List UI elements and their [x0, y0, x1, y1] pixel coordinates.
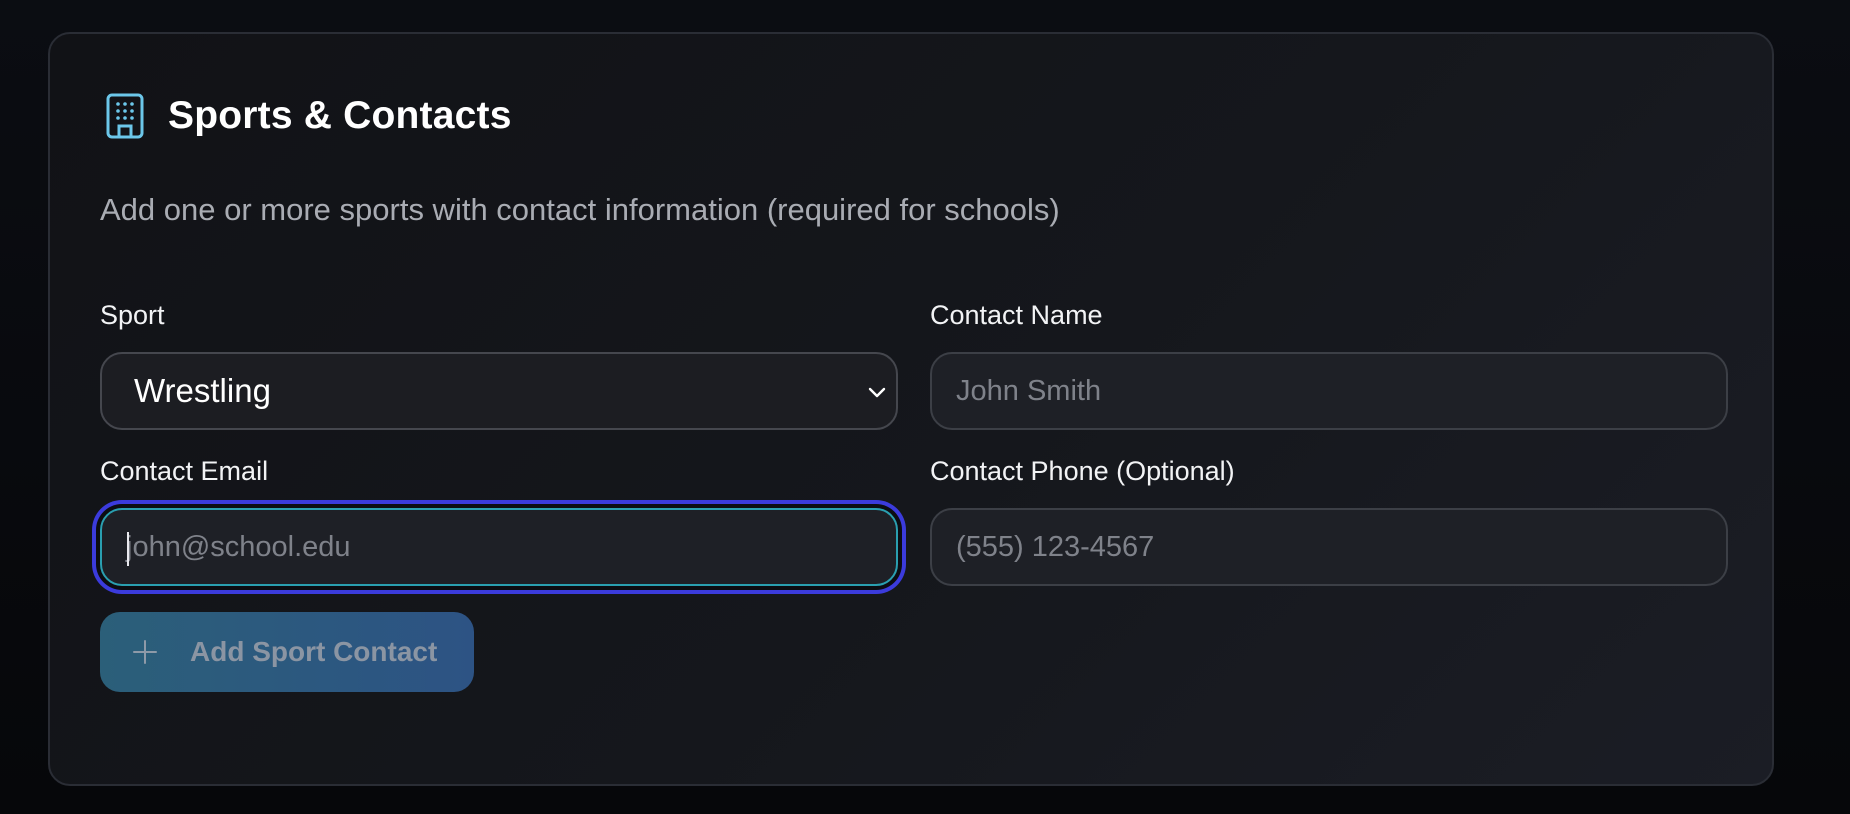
sports-contacts-card: Sports & Contacts Add one or more sports… — [48, 32, 1774, 786]
sport-select-value: Wrestling — [134, 372, 271, 409]
card-subtitle: Add one or more sports with contact info… — [100, 192, 1060, 227]
contact-name-placeholder: John Smith — [956, 374, 1102, 407]
card-title: Sports & Contacts — [168, 94, 512, 137]
sport-label: Sport — [100, 300, 165, 330]
chevron-down-icon — [864, 380, 890, 406]
contact-phone-label: Contact Phone (Optional) — [930, 456, 1235, 486]
contact-phone-input[interactable]: (555) 123-4567 — [930, 508, 1728, 586]
contact-email-input[interactable]: john@school.edu — [100, 508, 898, 586]
add-sport-contact-label: Add Sport Contact — [190, 636, 438, 667]
page-background: Sports & Contacts Add one or more sports… — [0, 0, 1850, 814]
card-header: Sports & Contacts — [102, 88, 512, 144]
contact-name-input[interactable]: John Smith — [930, 352, 1728, 430]
contact-phone-placeholder: (555) 123-4567 — [956, 530, 1155, 563]
contact-name-label: Contact Name — [930, 300, 1103, 330]
sport-field: Sport Wrestling — [100, 296, 898, 430]
contact-phone-field: Contact Phone (Optional) (555) 123-4567 — [930, 452, 1728, 586]
text-caret — [127, 532, 129, 566]
contact-email-label: Contact Email — [100, 456, 269, 486]
plus-icon — [130, 637, 160, 667]
contact-email-field: Contact Email john@school.edu — [100, 452, 898, 586]
contact-email-placeholder: john@school.edu — [126, 530, 351, 563]
add-sport-contact-button[interactable]: Add Sport Contact — [100, 612, 474, 692]
sport-select[interactable]: Wrestling — [100, 352, 898, 430]
building-icon — [102, 91, 148, 141]
contact-name-field: Contact Name John Smith — [930, 296, 1728, 430]
